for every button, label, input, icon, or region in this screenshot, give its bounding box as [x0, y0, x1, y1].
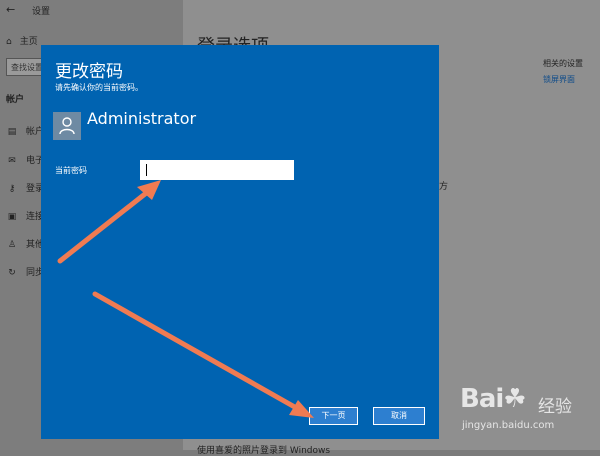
paw-icon: ☘ — [503, 384, 526, 414]
baidu-logo: Bai☘ — [460, 384, 527, 414]
logo-cn-text: 经验 — [538, 397, 572, 417]
logo-text: Bai — [460, 384, 504, 414]
arrow-to-password-field — [57, 180, 161, 264]
baidu-watermark: Bai☘ 经验 jingyan.baidu.com — [460, 380, 600, 450]
watermark-url: jingyan.baidu.com — [462, 420, 555, 431]
arrow-to-next-button — [92, 291, 314, 418]
